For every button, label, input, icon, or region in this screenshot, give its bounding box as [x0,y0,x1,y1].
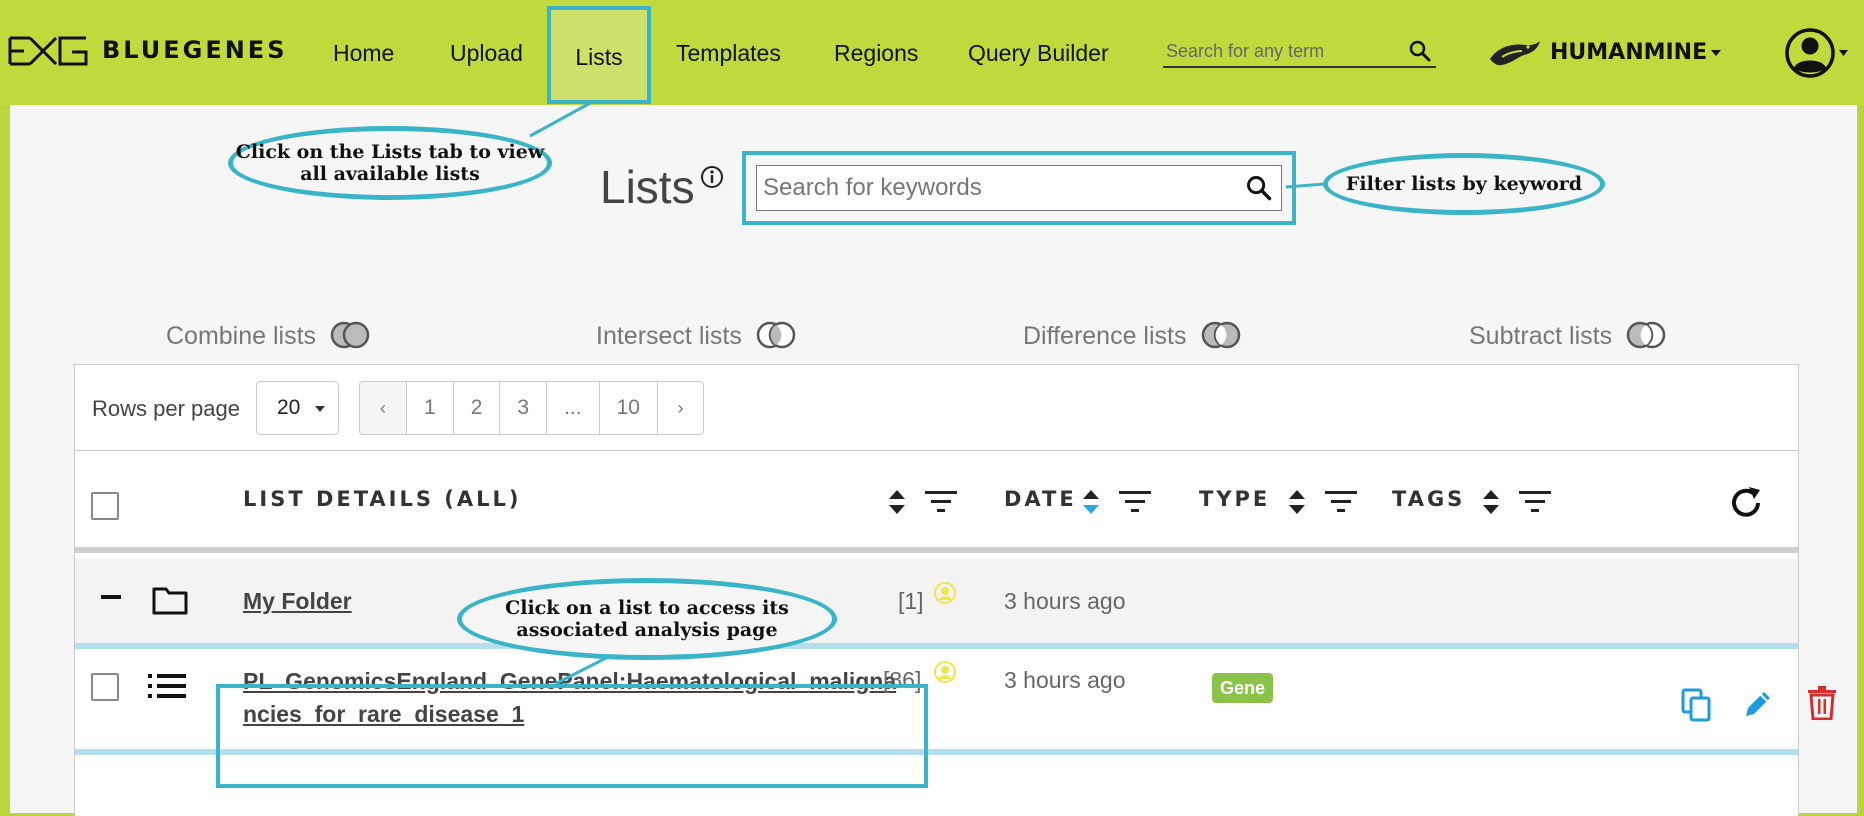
page-button-3[interactable]: 3 [499,382,547,434]
collapse-icon[interactable] [101,595,121,599]
copy-icon[interactable] [1681,688,1711,722]
column-date[interactable]: DATE [1004,487,1077,511]
venn-icon [1201,322,1240,349]
edit-icon[interactable] [1742,688,1774,720]
filter-input[interactable] [763,174,1223,202]
list-link-highlight [216,684,928,788]
callout-list-click: Click on a list to access its associated… [457,578,837,660]
folder-name-link[interactable]: My Folder [243,588,352,615]
global-search-input[interactable] [1166,38,1401,64]
difference-lists-button[interactable]: Difference lists [1023,311,1241,361]
venn-icon [1626,322,1666,349]
account-icon [1785,28,1848,78]
folder-date: 3 hours ago [1004,588,1126,614]
sort-active-icon[interactable] [1081,488,1101,516]
pager-row: Rows per page 20 ‹ 1 2 3 ... 10 › [75,365,1798,451]
combine-lists-button[interactable]: Combine lists [166,311,370,361]
subtract-lists-button[interactable]: Subtract lists [1469,311,1666,361]
column-type[interactable]: TYPE [1199,487,1270,511]
intersect-lists-button[interactable]: Intersect lists [596,311,796,361]
page-prev-button[interactable]: ‹ [360,382,406,434]
sort-icon[interactable] [1287,488,1307,516]
list-date: 3 hours ago [1004,667,1126,693]
nav-regions[interactable]: Regions [834,0,918,105]
page-title: Lists [600,161,695,213]
intermine-logo[interactable] [8,34,90,68]
page-next-button[interactable]: › [656,382,703,434]
refresh-icon[interactable] [1727,484,1765,522]
column-tags[interactable]: TAGS [1392,487,1465,511]
user-icon [934,661,956,683]
humanmine-logo-icon [1490,41,1540,66]
search-icon[interactable] [1245,174,1273,206]
chevron-down-icon [1711,50,1722,56]
filter-icon[interactable] [1325,491,1357,513]
sort-icon[interactable] [887,488,907,516]
brand-name[interactable]: BLUEGENES [102,36,287,64]
account-menu[interactable] [1784,27,1848,83]
column-list-details[interactable]: LIST DETAILS (ALL) [243,487,522,511]
filter-highlight [742,151,1296,225]
callout-lists-tab: Click on the Lists tab to view all avail… [228,126,552,200]
type-badge: Gene [1212,673,1274,703]
nav-lists[interactable]: Lists [547,6,651,104]
global-search [1163,36,1436,68]
rows-per-page-label: Rows per page [92,396,240,421]
info-icon[interactable] [700,165,724,189]
row-checkbox[interactable] [91,673,119,701]
filter-icon[interactable] [1119,491,1151,513]
callout-filter: Filter lists by keyword [1323,153,1605,215]
filter-icon[interactable] [925,491,957,513]
page-ellipsis: ... [546,382,599,434]
list-icon [148,674,186,698]
pagination: ‹ 1 2 3 ... 10 › [359,381,704,435]
filter-field [756,165,1282,211]
mine-name: HUMANMINE [1550,40,1722,65]
search-icon[interactable] [1408,39,1432,67]
rows-per-page-select[interactable]: 20 [256,381,339,435]
venn-icon [756,322,796,349]
page-button-10[interactable]: 10 [598,382,657,434]
filter-icon[interactable] [1519,491,1551,513]
folder-icon [152,587,188,615]
page-button-2[interactable]: 2 [452,382,500,434]
select-all-checkbox[interactable] [91,492,119,520]
chevron-down-icon [315,406,325,412]
nav-home[interactable]: Home [333,0,394,105]
folder-count: [1] [898,588,924,614]
sort-icon[interactable] [1481,488,1501,516]
delete-icon[interactable] [1808,686,1836,720]
user-icon [934,582,956,604]
folder-row: My Folder [1] 3 hours ago [75,559,1798,649]
list-operations: Combine lists Intersect lists Difference… [10,311,1857,361]
nav-upload[interactable]: Upload [450,0,523,105]
nav-query-builder[interactable]: Query Builder [968,0,1109,105]
navbar: BLUEGENES Home Upload Lists Templates Re… [0,0,1864,105]
table-header: LIST DETAILS (ALL) DATE TYPE TAGS [75,451,1798,553]
nav-templates[interactable]: Templates [676,0,781,105]
venn-icon [330,322,370,349]
page-button-1[interactable]: 1 [406,382,453,434]
